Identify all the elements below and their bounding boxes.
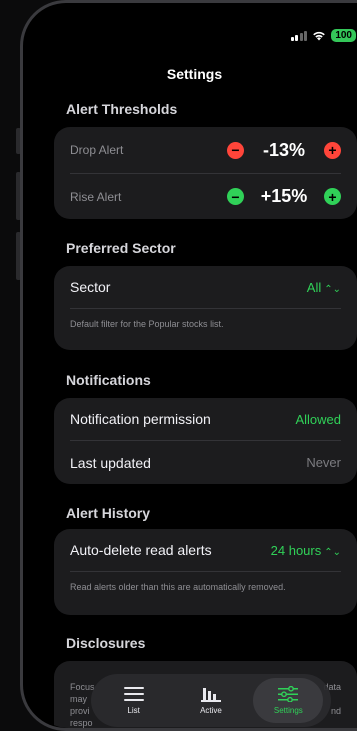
alert-thresholds-card: Drop Alert − -13% + Rise Alert − +15% +	[54, 127, 357, 219]
alert-history-card: Auto-delete read alerts 24 hours ⌃⌄ Read …	[54, 529, 357, 615]
tab-settings[interactable]: Settings	[253, 678, 324, 723]
tab-bar: List Active Settings	[91, 674, 331, 727]
tab-list[interactable]: List	[99, 678, 169, 723]
drop-increment-button[interactable]: +	[324, 141, 341, 159]
wifi-icon	[313, 31, 326, 41]
drop-alert-stepper: − -13% +	[227, 140, 341, 161]
rise-increment-button[interactable]: +	[324, 188, 341, 205]
notifications-header: Notifications	[66, 372, 151, 388]
rise-alert-row: Rise Alert − +15% +	[54, 174, 357, 219]
disclosure-line: Focus	[70, 682, 95, 692]
screen: 100 Settings Alert Thresholds Drop Alert…	[29, 9, 357, 728]
notification-permission-row[interactable]: Notification permission Allowed	[54, 398, 357, 440]
disclosure-line: respo	[70, 718, 93, 728]
phone-frame: 100 Settings Alert Thresholds Drop Alert…	[20, 0, 357, 731]
auto-delete-row[interactable]: Auto-delete read alerts 24 hours ⌃⌄	[54, 529, 357, 571]
rise-alert-label: Rise Alert	[70, 189, 122, 204]
chevron-updown-icon: ⌃⌄	[324, 546, 341, 558]
preferred-sector-card: Sector All ⌃⌄ Default filter for the Popu…	[54, 266, 357, 350]
alert-history-footnote: Read alerts older than this are automati…	[70, 582, 286, 592]
list-icon	[123, 687, 144, 701]
page-title: Settings	[166, 66, 223, 82]
auto-delete-value: 24 hours	[270, 542, 322, 558]
drop-alert-value: -13%	[262, 139, 306, 160]
sector-row[interactable]: Sector All ⌃⌄	[54, 266, 357, 308]
auto-delete-label: Auto-delete read alerts	[70, 542, 212, 558]
sector-footnote: Default filter for the Popular stocks li…	[70, 319, 224, 329]
sector-value: All	[306, 279, 322, 295]
tab-settings-label: Settings	[273, 706, 303, 715]
status-bar: 100	[290, 29, 356, 42]
notification-permission-label: Notification permission	[70, 411, 211, 427]
drop-decrement-button[interactable]: −	[227, 141, 244, 159]
chevron-updown-icon: ⌃⌄	[324, 283, 341, 295]
sliders-icon	[278, 686, 299, 702]
rise-decrement-button[interactable]: −	[227, 188, 244, 205]
drop-alert-label: Drop Alert	[70, 143, 124, 157]
sector-select[interactable]: All ⌃⌄	[307, 280, 341, 295]
alert-history-header: Alert History	[66, 505, 151, 521]
battery-icon: 100	[331, 29, 356, 42]
preferred-sector-header: Preferred Sector	[66, 240, 176, 256]
tab-list-label: List	[127, 706, 140, 715]
tab-active-label: Active	[200, 706, 222, 715]
notification-permission-value: Allowed	[295, 411, 341, 427]
sector-label: Sector	[70, 279, 111, 295]
last-updated-row: Last updated Never	[54, 441, 357, 484]
rise-alert-value: +15%	[260, 186, 308, 206]
tab-active[interactable]: Active	[176, 678, 246, 723]
notifications-card: Notification permission Allowed Last upd…	[54, 398, 357, 484]
last-updated-value: Never	[306, 455, 341, 470]
last-updated-label: Last updated	[70, 454, 151, 471]
disclosures-header: Disclosures	[66, 635, 146, 651]
auto-delete-select[interactable]: 24 hours ⌃⌄	[271, 543, 341, 558]
bar-chart-icon	[200, 688, 221, 702]
rise-alert-stepper: − +15% +	[227, 186, 341, 207]
alert-thresholds-header: Alert Thresholds	[66, 101, 178, 117]
signal-icon	[290, 30, 308, 41]
drop-alert-row: Drop Alert − -13% +	[54, 127, 357, 173]
dynamic-island	[149, 25, 241, 53]
